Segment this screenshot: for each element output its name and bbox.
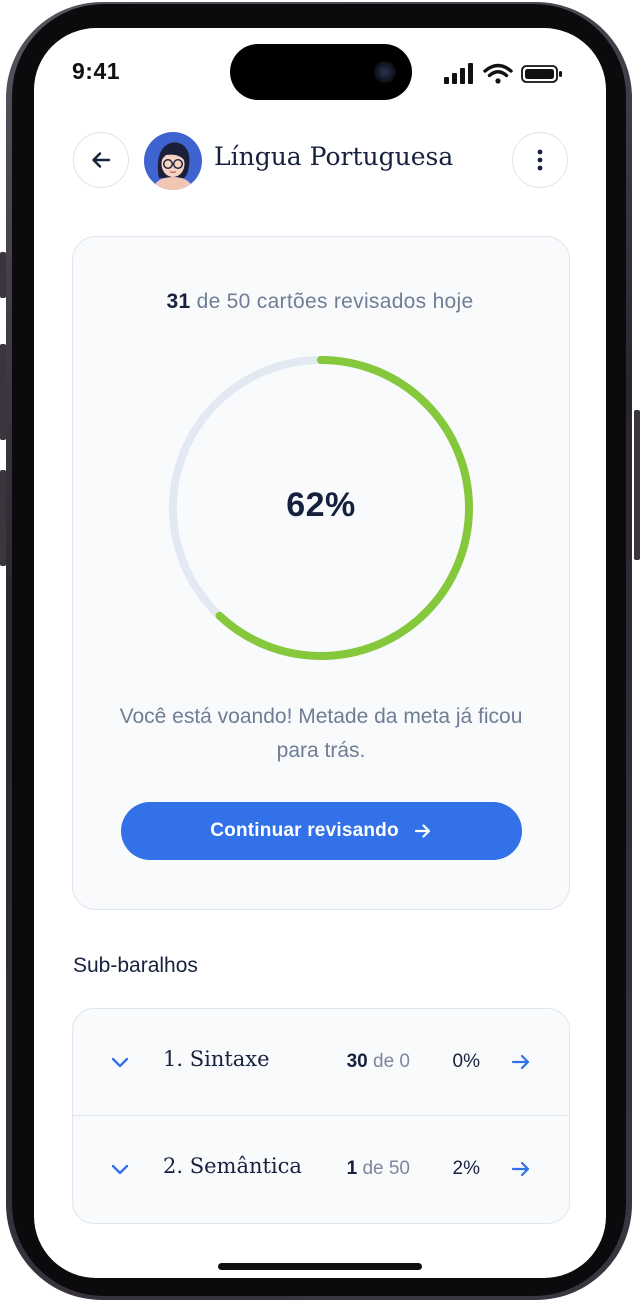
subdeck-row[interactable]: 2. Semântica 1 de 50 2% (73, 1115, 568, 1222)
subdeck-percent: 0% (452, 1051, 480, 1072)
motivation-message: Você está voando! Metade da meta já fico… (119, 705, 523, 762)
more-vertical-icon (537, 149, 543, 171)
back-button[interactable] (73, 132, 129, 188)
subdecks-list: 1. Sintaxe 30 de 0 0% 2. Semântica 1 de … (72, 1008, 570, 1224)
deck-title: Língua Portuguesa (214, 142, 454, 171)
avatar (144, 132, 202, 190)
subdeck-count: 30 de 0 (347, 1051, 410, 1073)
subdeck-done: 1 (346, 1158, 358, 1179)
subdecks-title: Sub-baralhos (73, 954, 198, 977)
home-indicator (218, 1263, 422, 1270)
wifi-icon (483, 63, 513, 84)
subdeck-total: de 0 (367, 1051, 410, 1072)
subdeck-total: de 50 (357, 1158, 410, 1179)
volume-down-button (0, 470, 6, 566)
power-button (634, 410, 640, 560)
dynamic-island (230, 44, 412, 100)
status-time: 9:41 (72, 58, 121, 84)
subdeck-row[interactable]: 1. Sintaxe 30 de 0 0% (73, 1009, 568, 1115)
continue-reviewing-button[interactable]: Continuar revisando (121, 802, 522, 860)
status-icons (444, 62, 564, 86)
more-options-button[interactable] (512, 132, 568, 188)
reviewed-count: 31 (166, 290, 191, 313)
arrow-right-icon (414, 824, 430, 838)
continue-reviewing-label: Continuar revisando (210, 820, 399, 841)
subdeck-name: 1. Sintaxe (163, 1047, 270, 1071)
chevron-down-icon[interactable] (109, 1158, 131, 1180)
subdeck-count: 1 de 50 (347, 1158, 410, 1180)
volume-up-button (0, 344, 6, 440)
subdeck-done: 30 (346, 1051, 368, 1072)
subdeck-name: 2. Semântica (163, 1154, 302, 1178)
review-summary-text: de 50 cartões revisados hoje (190, 290, 474, 313)
chevron-down-icon[interactable] (109, 1051, 131, 1073)
arrow-left-icon (92, 152, 111, 168)
arrow-right-icon[interactable] (510, 1158, 532, 1180)
arrow-right-icon[interactable] (510, 1051, 532, 1073)
battery-icon (521, 65, 562, 83)
cellular-signal-icon (444, 63, 473, 84)
progress-percent: 62% (286, 486, 356, 524)
subdeck-percent: 2% (452, 1158, 480, 1179)
camera-icon (374, 61, 396, 83)
review-summary: 31 de 50 cartões revisados hoje (0, 290, 640, 314)
